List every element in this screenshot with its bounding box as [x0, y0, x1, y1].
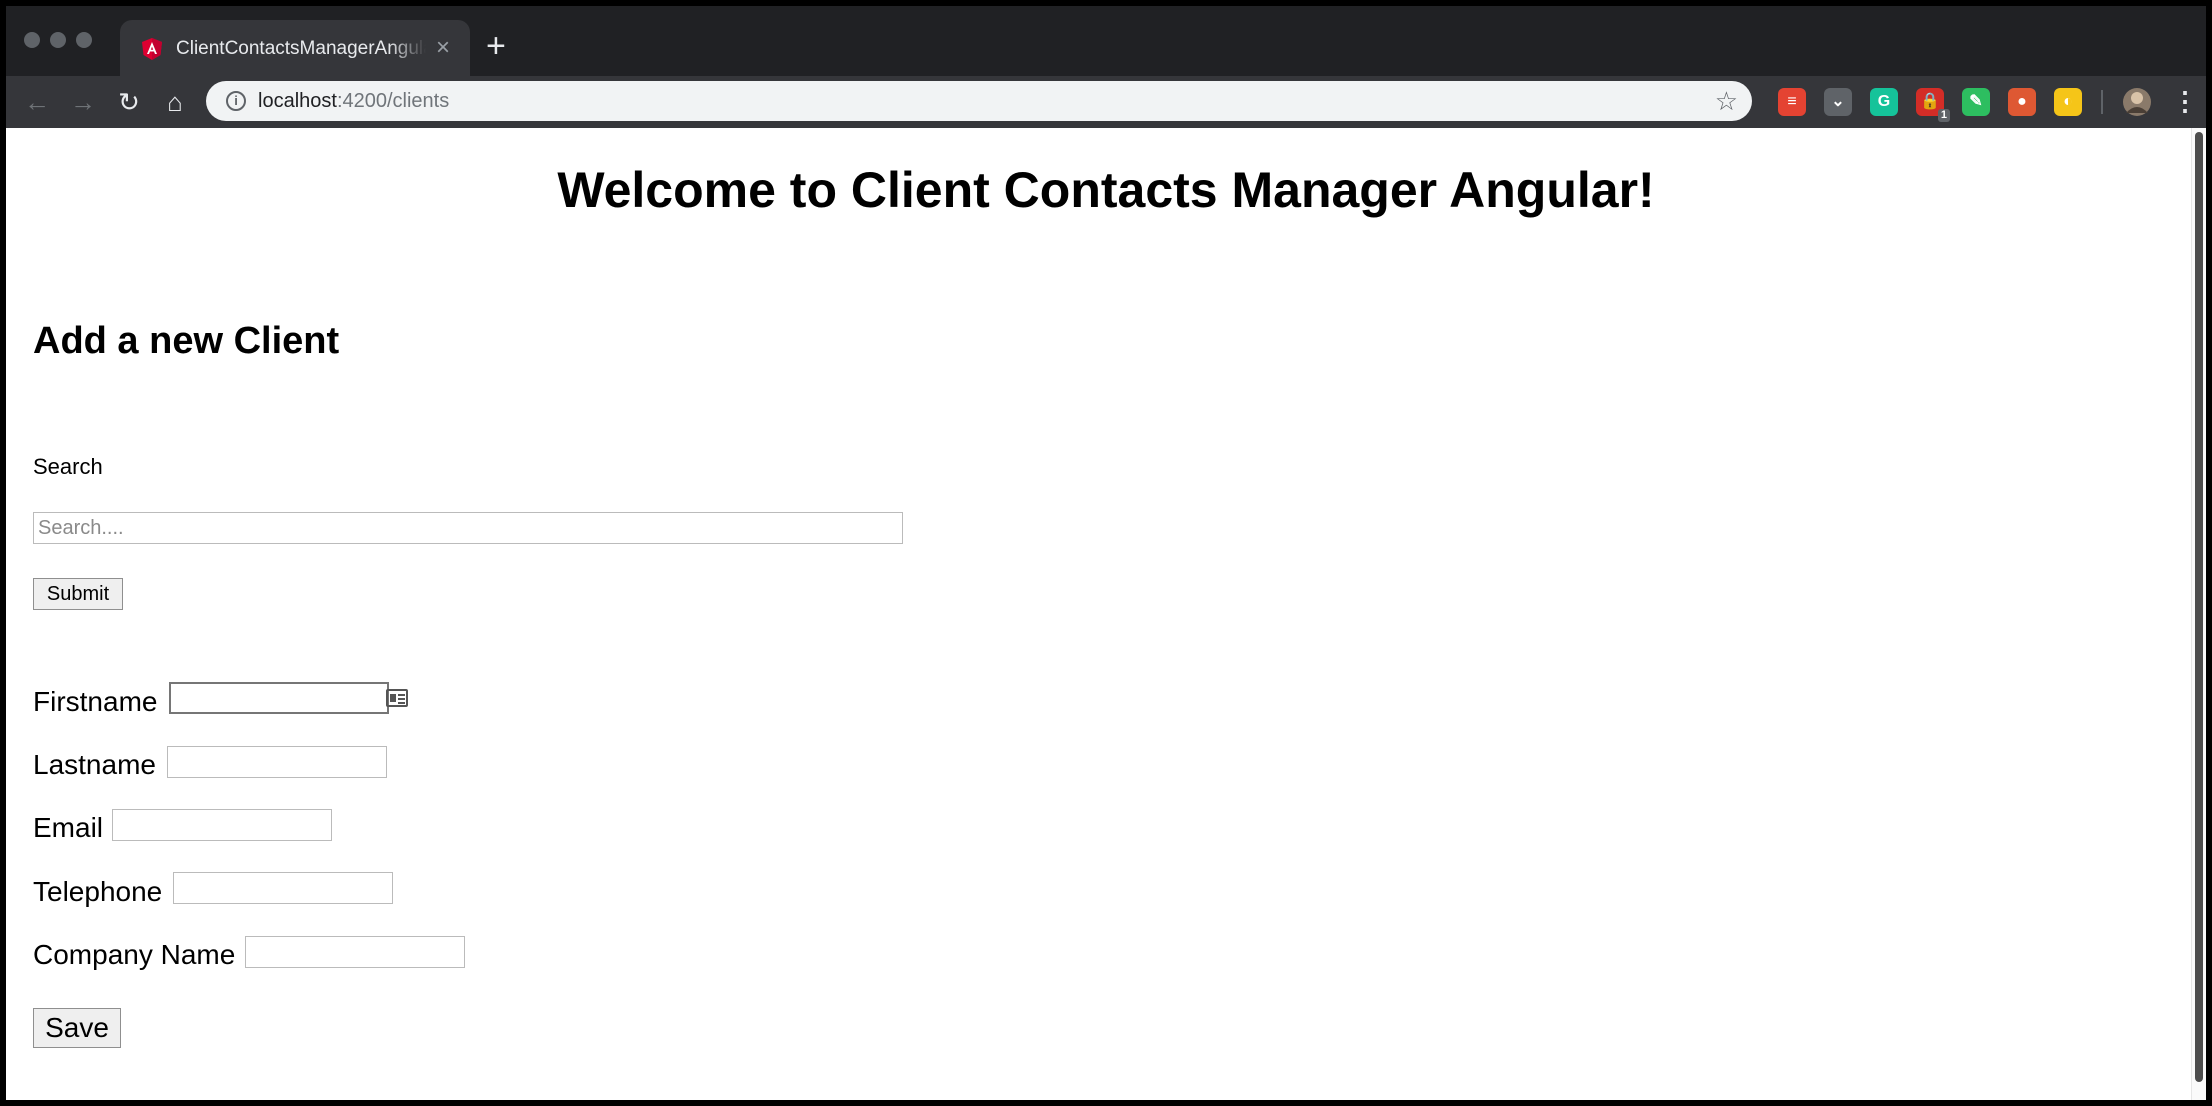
pocket-extension-icon[interactable]: ⌄: [1824, 88, 1852, 116]
close-window-icon[interactable]: [24, 32, 40, 48]
url-path: :4200/clients: [336, 90, 450, 112]
forward-arrow-icon[interactable]: →: [66, 85, 100, 119]
firstname-field[interactable]: [169, 682, 389, 714]
scrollbar-thumb[interactable]: [2195, 132, 2203, 1082]
url-text: localhost:4200/clients: [258, 89, 449, 113]
company-name-label: Company Name: [33, 939, 236, 970]
section-title: Add a new Client: [33, 320, 340, 362]
search-input[interactable]: [33, 512, 903, 544]
new-tab-button[interactable]: +: [486, 28, 506, 64]
firstname-label: Firstname: [33, 686, 158, 717]
extension-badge: 1: [1937, 109, 1950, 122]
close-tab-icon[interactable]: ×: [436, 34, 450, 62]
address-bar[interactable]: i localhost:4200/clients ☆: [206, 81, 1752, 121]
reload-icon[interactable]: ↻: [112, 85, 146, 119]
bookmark-star-icon[interactable]: ☆: [1715, 87, 1738, 115]
tab-title: ClientContactsManagerAngular: [176, 38, 426, 59]
home-icon[interactable]: ⌂: [158, 85, 192, 119]
url-host: localhost: [258, 90, 337, 112]
profile-avatar[interactable]: [2122, 87, 2152, 117]
browser-window: ClientContactsManagerAngular × + ← → ↻ ⌂…: [6, 6, 2206, 1100]
lastname-field[interactable]: [167, 746, 387, 778]
grammarly-extension-icon[interactable]: G: [1870, 88, 1898, 116]
contact-card-icon[interactable]: [386, 689, 408, 707]
submit-button[interactable]: Submit: [33, 578, 123, 610]
toolbar-divider: [2101, 90, 2103, 114]
company-name-field[interactable]: [245, 936, 465, 968]
back-arrow-icon[interactable]: ←: [20, 85, 54, 119]
search-label: Search: [33, 454, 103, 479]
telephone-field[interactable]: [173, 872, 393, 904]
tab-active[interactable]: ClientContactsManagerAngular ×: [120, 20, 470, 76]
duckduckgo-extension-icon[interactable]: ●: [2008, 88, 2036, 116]
maximize-window-icon[interactable]: [76, 32, 92, 48]
site-info-icon[interactable]: i: [226, 91, 246, 111]
vertical-scrollbar[interactable]: [2191, 128, 2206, 1100]
lastname-label: Lastname: [33, 749, 156, 780]
email-label: Email: [33, 812, 104, 843]
email-field[interactable]: [112, 809, 332, 841]
browser-menu-icon[interactable]: ⋮: [2172, 86, 2198, 116]
lastpass-extension-icon[interactable]: 🔒 1: [1916, 88, 1950, 122]
browser-toolbar: ← → ↻ ⌂ i localhost:4200/clients ☆ ≡ ⌄ G 🔒 1…: [6, 76, 2206, 128]
page-title: Welcome to Client Contacts Manager Angul…: [557, 162, 1655, 218]
yellow-extension-icon[interactable]: ◐: [2054, 88, 2082, 116]
minimize-window-icon[interactable]: [50, 32, 66, 48]
angular-logo-icon: [142, 38, 162, 60]
save-button[interactable]: Save: [33, 1008, 121, 1048]
telephone-label: Telephone: [33, 876, 163, 907]
todoist-extension-icon[interactable]: ≡: [1778, 88, 1806, 116]
tab-strip: ClientContactsManagerAngular × +: [6, 6, 2206, 76]
evernote-extension-icon[interactable]: ✎: [1962, 88, 1990, 116]
page-viewport: Welcome to Client Contacts Manager Angul…: [6, 128, 2206, 1100]
